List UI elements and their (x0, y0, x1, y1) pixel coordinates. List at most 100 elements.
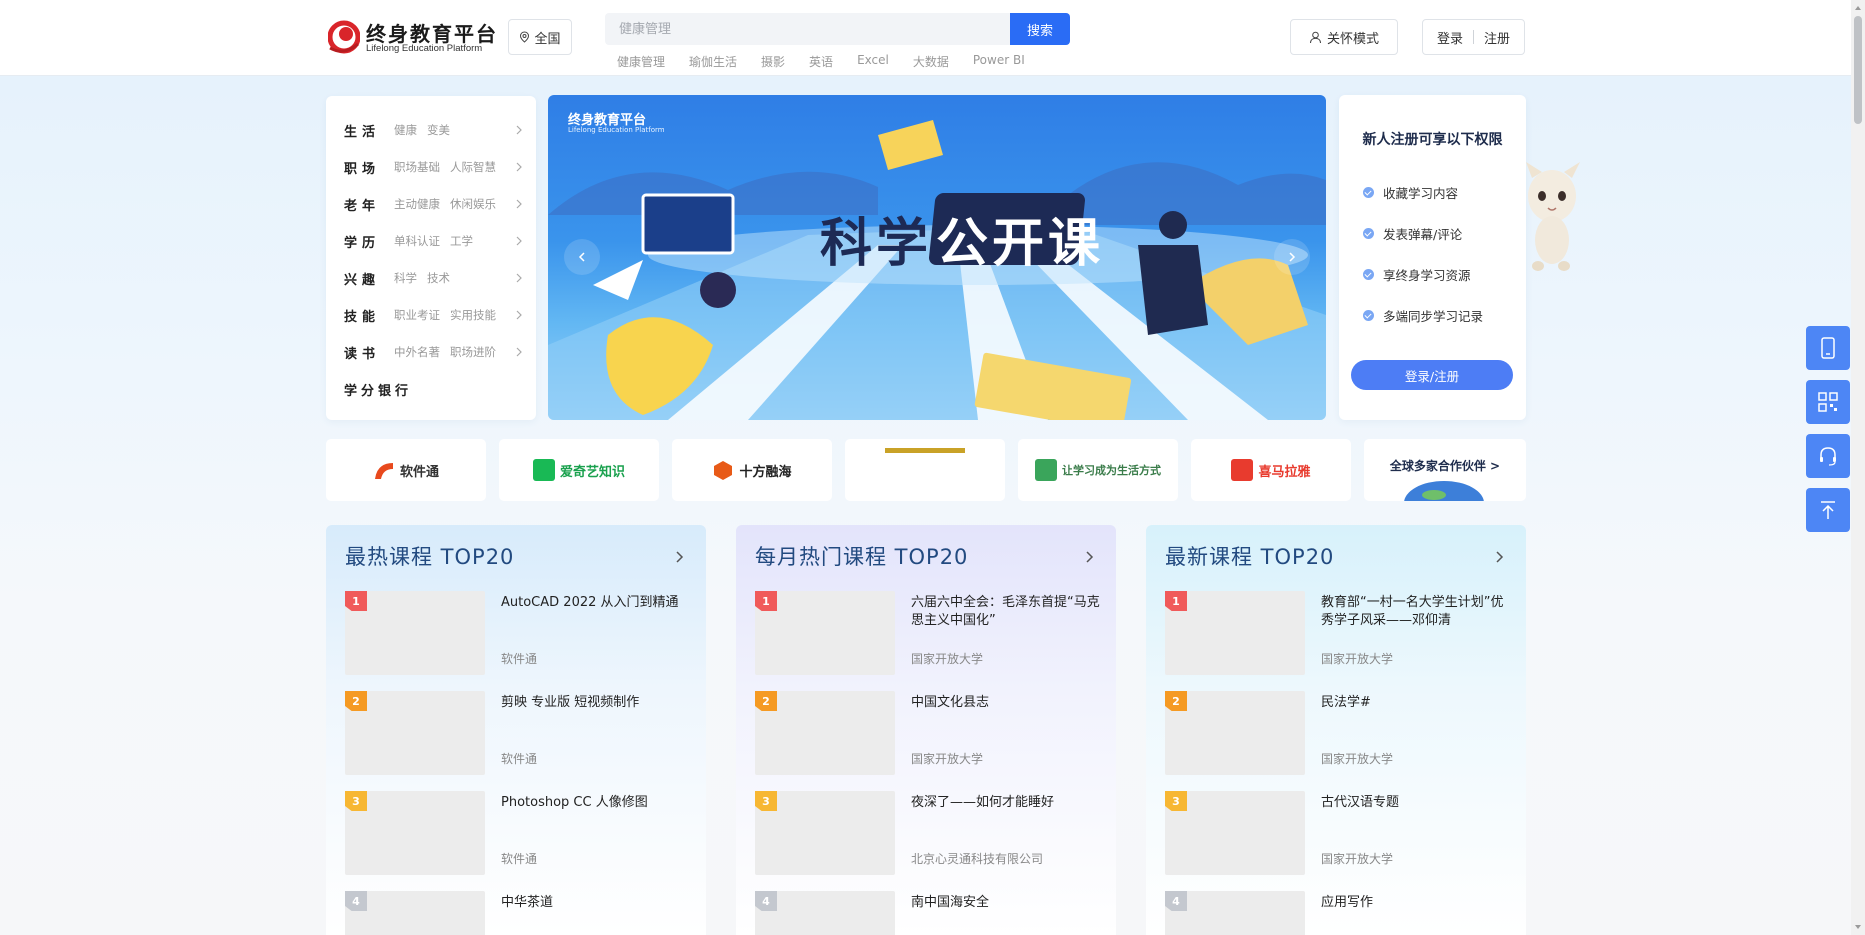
course-item[interactable]: 1 AutoCAD 2022 从入门到精通 软件通 (345, 591, 700, 675)
course-item[interactable]: 4 南中国海安全 (755, 891, 1110, 935)
category-item-life[interactable]: 生活 健康 变美 (344, 120, 524, 140)
course-item[interactable]: 2 剪映 专业版 短视频制作 软件通 (345, 691, 700, 775)
course-title[interactable]: 应用写作 (1321, 894, 1513, 912)
chevron-right-icon[interactable] (1494, 549, 1504, 565)
category-item-senior[interactable]: 老年 主动健康 休闲娱乐 (344, 194, 524, 214)
course-title[interactable]: 南中国海安全 (911, 894, 1103, 912)
banner-next-button[interactable] (1274, 239, 1310, 275)
category-item-credit-bank[interactable]: 学分银行 (344, 379, 524, 399)
qr-code-button[interactable] (1806, 380, 1850, 424)
hot-word-link[interactable]: 摄影 (761, 53, 785, 71)
banner-title-open-course: 公开课 (936, 214, 1105, 274)
hot-word-link[interactable]: Excel (857, 53, 889, 71)
partner-logo-icon (885, 448, 965, 453)
customer-service-button[interactable] (1806, 434, 1850, 478)
category-item-skills[interactable]: 技能 职业考证 实用技能 (344, 305, 524, 325)
partner-card[interactable] (845, 439, 1005, 501)
course-title[interactable]: 教育部“一村一名大学生计划”优秀学子风采——邓仰清 (1321, 594, 1513, 630)
category-sub-link[interactable]: 职场基础 (394, 159, 440, 175)
site-logo[interactable]: 终身教育平台 Lifelong Education Platform (328, 18, 496, 56)
course-title[interactable]: 民法学# (1321, 694, 1513, 712)
ximalaya-logo-icon (1231, 459, 1254, 481)
category-sub-link[interactable]: 主动健康 (394, 196, 440, 212)
course-title[interactable]: 中华茶道 (501, 894, 693, 912)
scroll-down-arrow-icon[interactable] (1853, 922, 1863, 932)
category-name: 兴趣 (344, 272, 381, 288)
search-input[interactable] (605, 13, 1010, 45)
auth-divider (1473, 30, 1474, 44)
hot-word-link[interactable]: 英语 (809, 53, 833, 71)
mascot-image[interactable] (1522, 158, 1584, 276)
register-link[interactable]: 注册 (1484, 28, 1510, 47)
course-item[interactable]: 3 夜深了——如何才能睡好 北京心灵通科技有限公司 (755, 791, 1110, 875)
banner-prev-button[interactable] (564, 239, 600, 275)
course-title[interactable]: 古代汉语专题 (1321, 794, 1513, 812)
course-item[interactable]: 4 应用写作 (1165, 891, 1520, 935)
top-header: 终身教育平台 Lifelong Education Platform 全国 搜索… (0, 0, 1865, 76)
auth-links: 登录 注册 (1422, 19, 1525, 55)
category-sub-link[interactable]: 技术 (427, 270, 450, 286)
hot-word-link[interactable]: 瑜伽生活 (689, 53, 737, 71)
course-item[interactable]: 2 中国文化县志 国家开放大学 (755, 691, 1110, 775)
course-title[interactable]: 六届六中全会：毛泽东首提“马克思主义中国化” (911, 594, 1103, 630)
perk-label: 享终身学习资源 (1383, 267, 1471, 283)
region-selector-button[interactable]: 全国 (508, 19, 572, 55)
category-sub-link[interactable]: 休闲娱乐 (450, 196, 496, 212)
category-sub-link[interactable]: 职场进阶 (450, 344, 496, 360)
course-item[interactable]: 2 民法学# 国家开放大学 (1165, 691, 1520, 775)
scrollbar-thumb[interactable] (1854, 16, 1862, 124)
course-item[interactable]: 1 教育部“一村一名大学生计划”优秀学子风采——邓仰清 国家开放大学 (1165, 591, 1520, 675)
category-name: 老年 (344, 198, 381, 214)
partner-card[interactable]: 喜马拉雅 (1191, 439, 1351, 501)
course-item[interactable]: 3 Photoshop CC 人像修图 软件通 (345, 791, 700, 875)
course-provider: 国家开放大学 (911, 752, 984, 766)
hot-word-link[interactable]: 健康管理 (617, 53, 665, 71)
partner-card[interactable]: 让学习成为生活方式 (1018, 439, 1178, 501)
page-scrollbar[interactable] (1851, 0, 1865, 935)
course-provider: 软件通 (501, 852, 538, 866)
hot-word-link[interactable]: Power BI (973, 53, 1025, 71)
search-button[interactable]: 搜索 (1010, 13, 1070, 45)
category-sub-link[interactable]: 科学 (394, 270, 417, 286)
login-register-button[interactable]: 登录/注册 (1351, 360, 1513, 390)
category-sub-link[interactable]: 单科认证 (394, 233, 440, 249)
category-sub-link[interactable]: 职业考证 (394, 307, 440, 323)
partner-card-all[interactable]: 全球多家合作伙伴 > (1364, 439, 1526, 501)
chevron-right-icon[interactable] (674, 549, 684, 565)
category-item-reading[interactable]: 读书 中外名著 职场进阶 (344, 342, 524, 362)
back-to-top-button[interactable] (1806, 488, 1850, 532)
care-mode-label: 关怀模式 (1326, 31, 1379, 47)
category-sub-link[interactable]: 中外名著 (394, 344, 440, 360)
course-item[interactable]: 4 中华茶道 (345, 891, 700, 935)
chevron-right-icon[interactable] (1084, 549, 1094, 565)
category-sub-link[interactable]: 实用技能 (450, 307, 496, 323)
category-item-interest[interactable]: 兴趣 科学 技术 (344, 268, 524, 288)
partner-card[interactable]: 软件通 (326, 439, 486, 501)
course-item[interactable]: 3 古代汉语专题 国家开放大学 (1165, 791, 1520, 875)
hot-word-link[interactable]: 大数据 (913, 53, 949, 71)
course-title[interactable]: 中国文化县志 (911, 694, 1103, 712)
category-item-career[interactable]: 职场 职场基础 人际智慧 (344, 157, 524, 177)
category-sub-link[interactable]: 人际智慧 (450, 159, 496, 175)
category-menu: 生活 健康 变美 职场 职场基础 人际智慧 老年 主动健康 休闲娱乐 学历 单科… (326, 96, 536, 420)
qr-code-icon (1818, 392, 1838, 412)
rank-badge: 3 (345, 791, 367, 811)
course-title[interactable]: 夜深了——如何才能睡好 (911, 794, 1103, 812)
scroll-up-arrow-icon[interactable] (1853, 3, 1863, 13)
category-sub-link[interactable]: 变美 (427, 122, 450, 138)
partner-card[interactable]: 十方融海 (672, 439, 832, 501)
softone-logo-icon (374, 463, 393, 479)
partner-card[interactable]: 爱奇艺知识 (499, 439, 659, 501)
login-link[interactable]: 登录 (1437, 28, 1463, 47)
hero-banner[interactable]: 终身教育平台 Lifelong Education Platform 科学 公开… (548, 95, 1326, 420)
course-title[interactable]: 剪映 专业版 短视频制作 (501, 694, 693, 712)
care-mode-button[interactable]: 关怀模式 (1290, 19, 1398, 55)
course-item[interactable]: 1 六届六中全会：毛泽东首提“马克思主义中国化” 国家开放大学 (755, 591, 1110, 675)
category-item-degree[interactable]: 学历 单科认证 工学 (344, 231, 524, 251)
course-title[interactable]: AutoCAD 2022 从入门到精通 (501, 594, 693, 612)
category-name: 读书 (344, 346, 381, 362)
mobile-app-button[interactable] (1806, 326, 1850, 370)
course-title[interactable]: Photoshop CC 人像修图 (501, 794, 693, 812)
category-sub-link[interactable]: 健康 (394, 122, 417, 138)
category-sub-link[interactable]: 工学 (450, 233, 473, 249)
